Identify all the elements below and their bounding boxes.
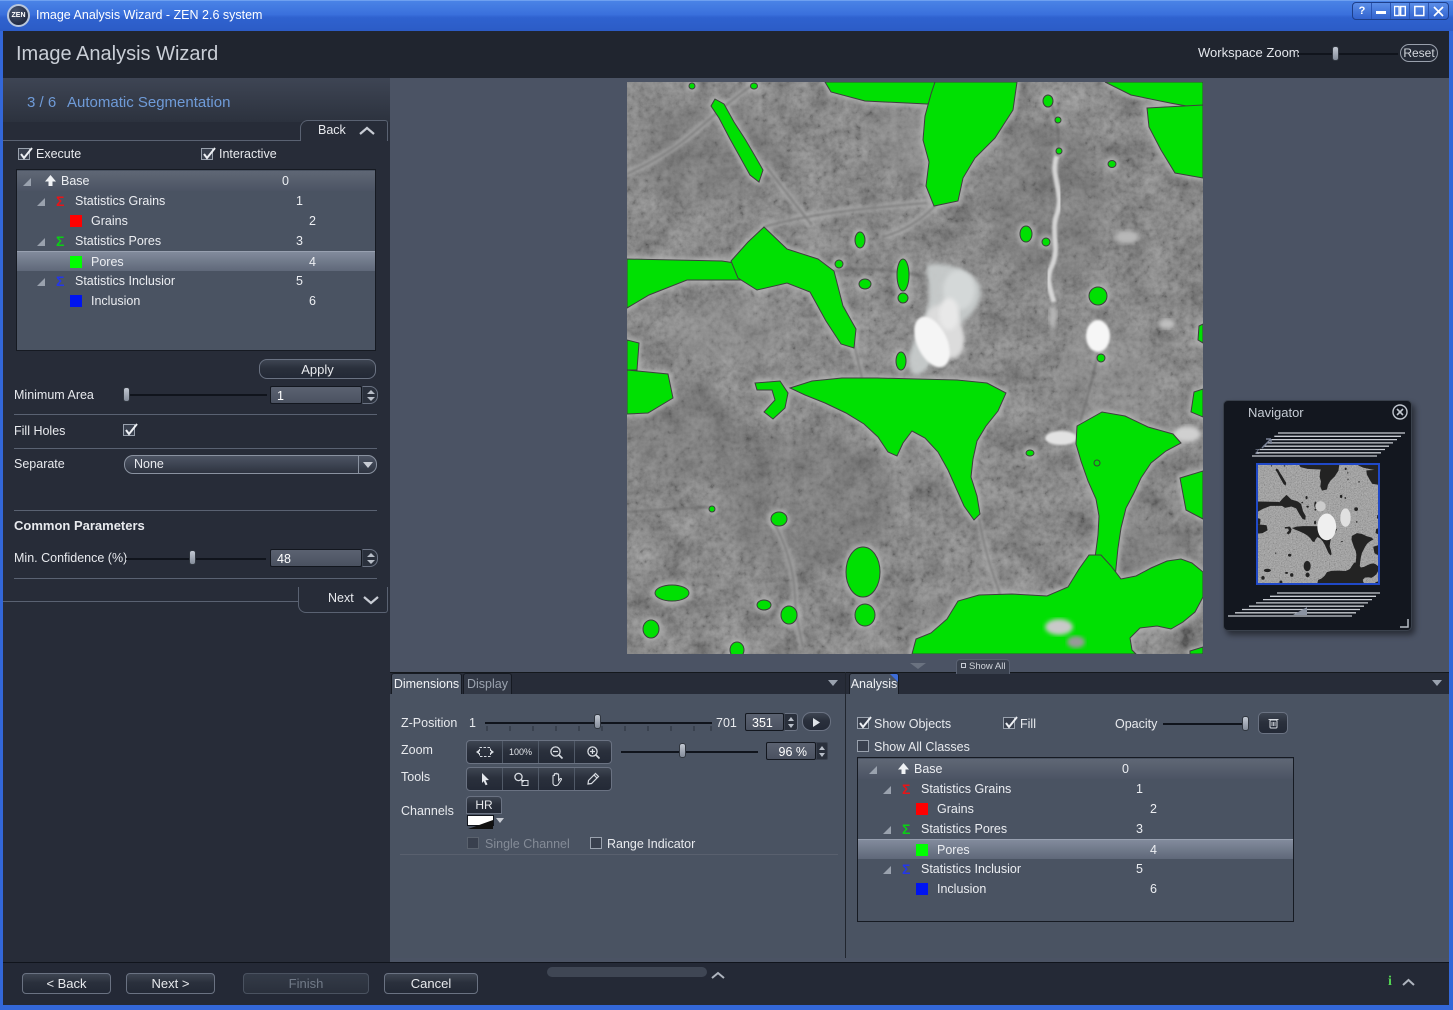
svg-text:z: z <box>1255 446 1260 456</box>
